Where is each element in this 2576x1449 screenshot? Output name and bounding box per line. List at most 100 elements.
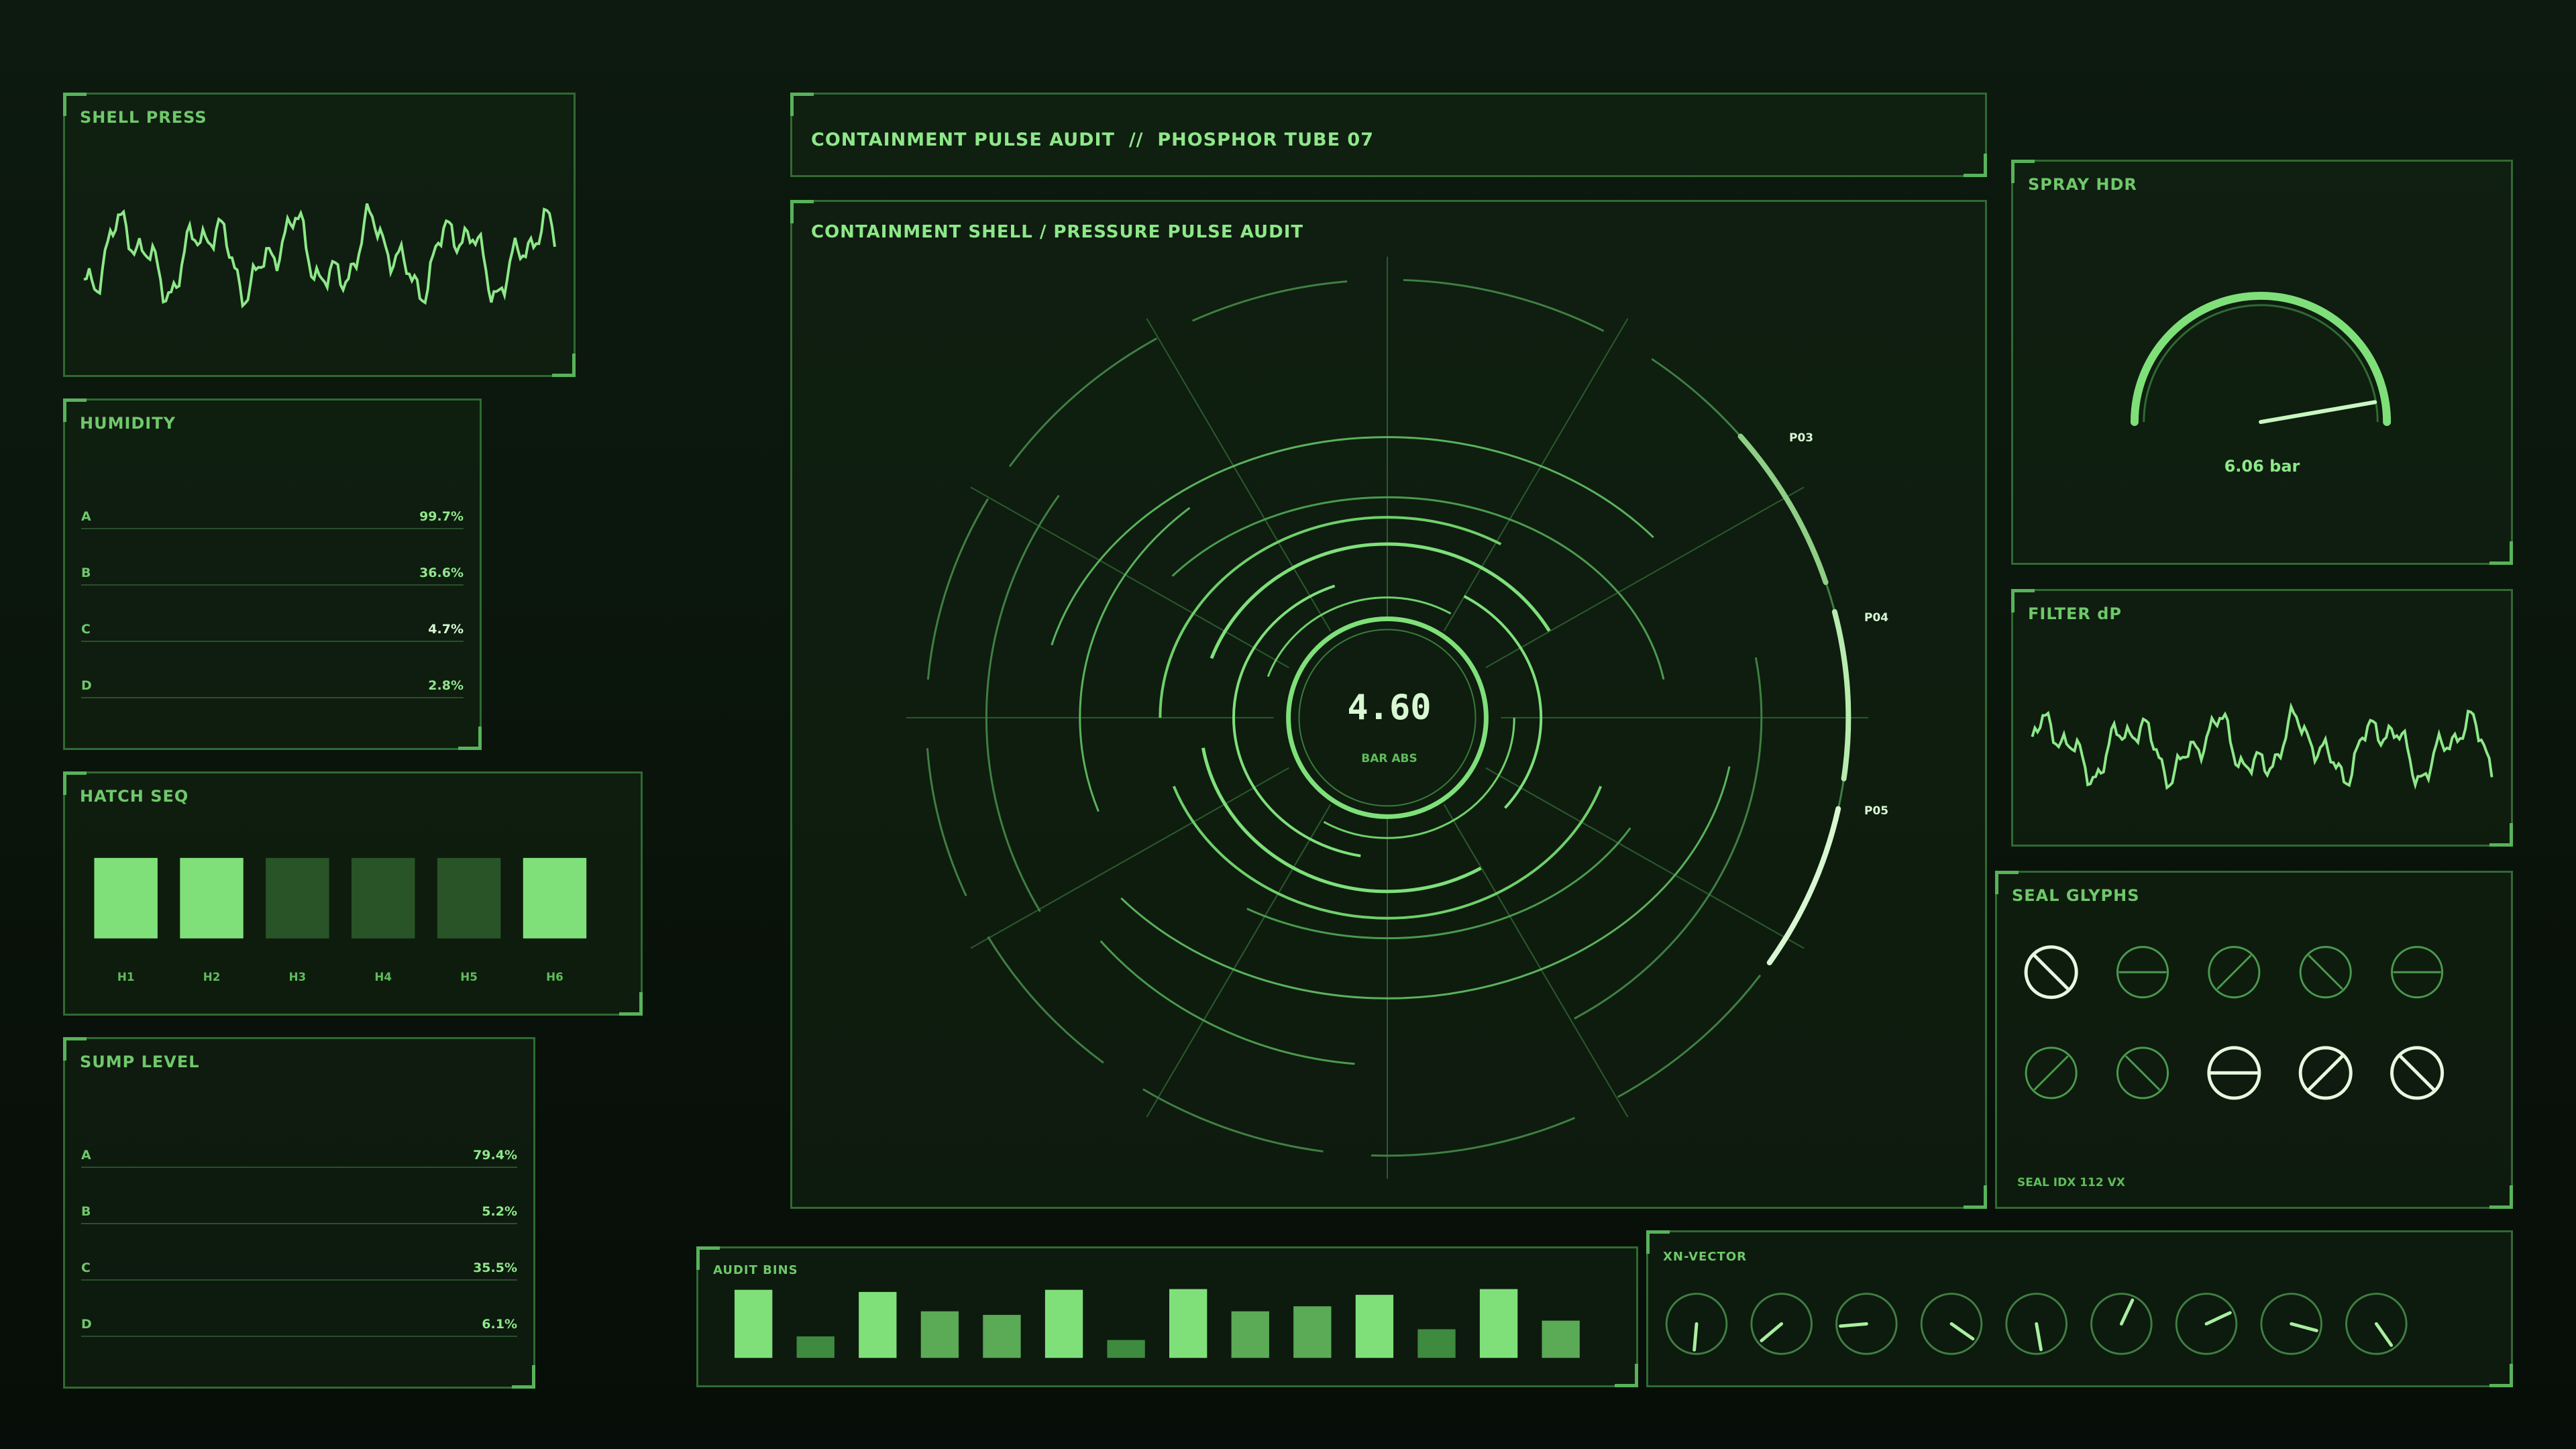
radar-marker-arc	[1737, 433, 1829, 586]
spray-hdr-panel: SPRAY HDR 6.06 bar	[2011, 160, 2513, 565]
radar-arc	[1617, 974, 1762, 1098]
audit-bin-bar	[1542, 1320, 1580, 1358]
sump-row-label: D	[81, 1317, 92, 1332]
audit-bin-bar	[983, 1315, 1021, 1358]
sump-row-value: 79.4%	[473, 1148, 517, 1163]
radar-arc	[985, 494, 1060, 912]
marker-label-p04: P04	[1864, 611, 1889, 625]
humidity-row-value: 36.6%	[419, 566, 464, 580]
seal-glyph-stroke	[2307, 1055, 2344, 1091]
seal-glyph-stroke	[2216, 955, 2252, 990]
humidity-row-b: B 36.6%	[81, 557, 464, 586]
radar-spoke	[1443, 804, 1629, 1118]
xn-vector-panel: XN-VECTOR	[1646, 1230, 2513, 1387]
radar-arc	[1246, 827, 1631, 940]
hatch-cell-label: H1	[117, 970, 135, 983]
audit-bins-chart	[734, 1289, 1580, 1358]
radar-spoke	[1443, 318, 1629, 632]
sump-row-label: B	[81, 1204, 91, 1219]
hatch-cell	[266, 857, 329, 938]
xn-dial-needle	[2035, 1322, 2043, 1352]
hatch-cell	[180, 857, 244, 938]
radar-spoke	[970, 486, 1289, 669]
hatch-cell	[352, 857, 415, 938]
sump-row-label: A	[81, 1148, 91, 1163]
audit-bin-bar	[796, 1336, 835, 1358]
humidity-row-value: 4.7%	[428, 622, 464, 637]
audit-bin-bar	[734, 1289, 773, 1358]
header-bar: CONTAINMENT PULSE AUDIT // PHOSPHOR TUBE…	[790, 93, 1987, 177]
radar-arc	[1171, 496, 1665, 680]
radar-arc	[1079, 506, 1191, 812]
humidity-row-label: A	[81, 509, 91, 524]
sump-level-panel: SUMP LEVEL A 79.4% B 5.2% C 35.5% D 6.1%	[63, 1037, 535, 1389]
sump-level-title: SUMP LEVEL	[80, 1053, 200, 1071]
radar-arc	[987, 936, 1104, 1064]
hatch-cell	[94, 857, 158, 938]
radar-spoke	[1146, 318, 1332, 632]
audit-bin-bar	[1231, 1311, 1269, 1358]
humidity-row-c: C 4.7%	[81, 614, 464, 642]
seal-glyph-stroke	[2399, 1055, 2435, 1091]
hatch-seq-panel: HATCH SEQ H1 H2 H3 H4 H5 H6	[63, 771, 643, 1016]
humidity-row-a: A 99.7%	[81, 501, 464, 529]
shell-press-panel: SHELL PRESS	[63, 93, 576, 377]
center-unit: BAR ABS	[1361, 752, 1417, 765]
sump-row-value: 5.2%	[482, 1204, 517, 1219]
header-title: CONTAINMENT PULSE AUDIT // PHOSPHOR TUBE…	[811, 129, 1374, 150]
hatch-seq-grid: H1 H2 H3 H4 H5 H6	[94, 857, 587, 983]
xn-dial-needle	[2119, 1298, 2135, 1326]
sump-row-value: 6.1%	[482, 1317, 517, 1332]
hatch-cell	[523, 857, 587, 938]
audit-bin-bar	[1417, 1329, 1456, 1358]
xn-dial-needle	[1760, 1322, 1784, 1342]
xn-dial-needle	[2374, 1322, 2394, 1347]
radar-spoke	[970, 767, 1289, 949]
spray-hdr-gauge	[2130, 292, 2392, 427]
seal-glyph-grid	[2024, 945, 2445, 1100]
sump-row-value: 35.5%	[473, 1260, 517, 1275]
audit-bin-bar	[1107, 1340, 1145, 1358]
humidity-row-label: D	[81, 678, 92, 693]
marker-label-p03: P03	[1789, 431, 1814, 445]
xn-dial-needle	[2290, 1322, 2318, 1332]
radar-marker-arc	[1766, 806, 1841, 966]
gauge-arc	[2130, 292, 2392, 427]
radar-arc	[1191, 280, 1348, 322]
audit-bin-bar	[920, 1311, 959, 1358]
radar-arc	[1371, 1116, 1576, 1157]
audit-bin-bar	[1479, 1289, 1518, 1358]
radar-marker-arc	[1831, 608, 1851, 782]
sump-row-d: D 6.1%	[81, 1309, 517, 1337]
humidity-panel: HUMIDITY A 99.7% B 36.6% C 4.7% D 2.8%	[63, 398, 482, 750]
seal-glyph-stroke	[2125, 1055, 2161, 1091]
shell-press-waveform	[83, 203, 556, 309]
radar-arc	[1051, 436, 1654, 646]
xn-dial-needle	[2204, 1311, 2232, 1326]
sump-row-a: A 79.4%	[81, 1140, 517, 1168]
radar-arc	[1403, 278, 1605, 332]
humidity-row-label: B	[81, 566, 91, 580]
xn-dial-needle	[1839, 1322, 1868, 1328]
radar-arc	[1099, 940, 1355, 1065]
audit-bin-bar	[1293, 1306, 1332, 1358]
hatch-cell	[437, 857, 501, 938]
radar-arc	[1463, 594, 1543, 809]
gauge-needle	[2259, 400, 2377, 425]
humidity-row-value: 2.8%	[428, 678, 464, 693]
seal-glyph-stroke	[2308, 955, 2343, 990]
xn-dial-needle	[1693, 1322, 1699, 1352]
audit-bin-bar	[859, 1291, 897, 1358]
sump-row-label: C	[81, 1260, 91, 1275]
radar-arc	[1008, 337, 1158, 468]
humidity-row-value: 99.7%	[419, 509, 464, 524]
center-value: 4.60	[1347, 688, 1432, 728]
radar-arc	[1574, 657, 1763, 1020]
main-radar-panel: CONTAINMENT SHELL / PRESSURE PULSE AUDIT…	[790, 200, 1987, 1209]
humidity-title: HUMIDITY	[80, 414, 176, 433]
radar-spoke	[1485, 767, 1805, 949]
radar-arc	[1210, 542, 1551, 659]
radar-arc	[1142, 1088, 1324, 1152]
audit-bin-bar	[1044, 1289, 1083, 1358]
radar-arc	[1120, 766, 1731, 1000]
